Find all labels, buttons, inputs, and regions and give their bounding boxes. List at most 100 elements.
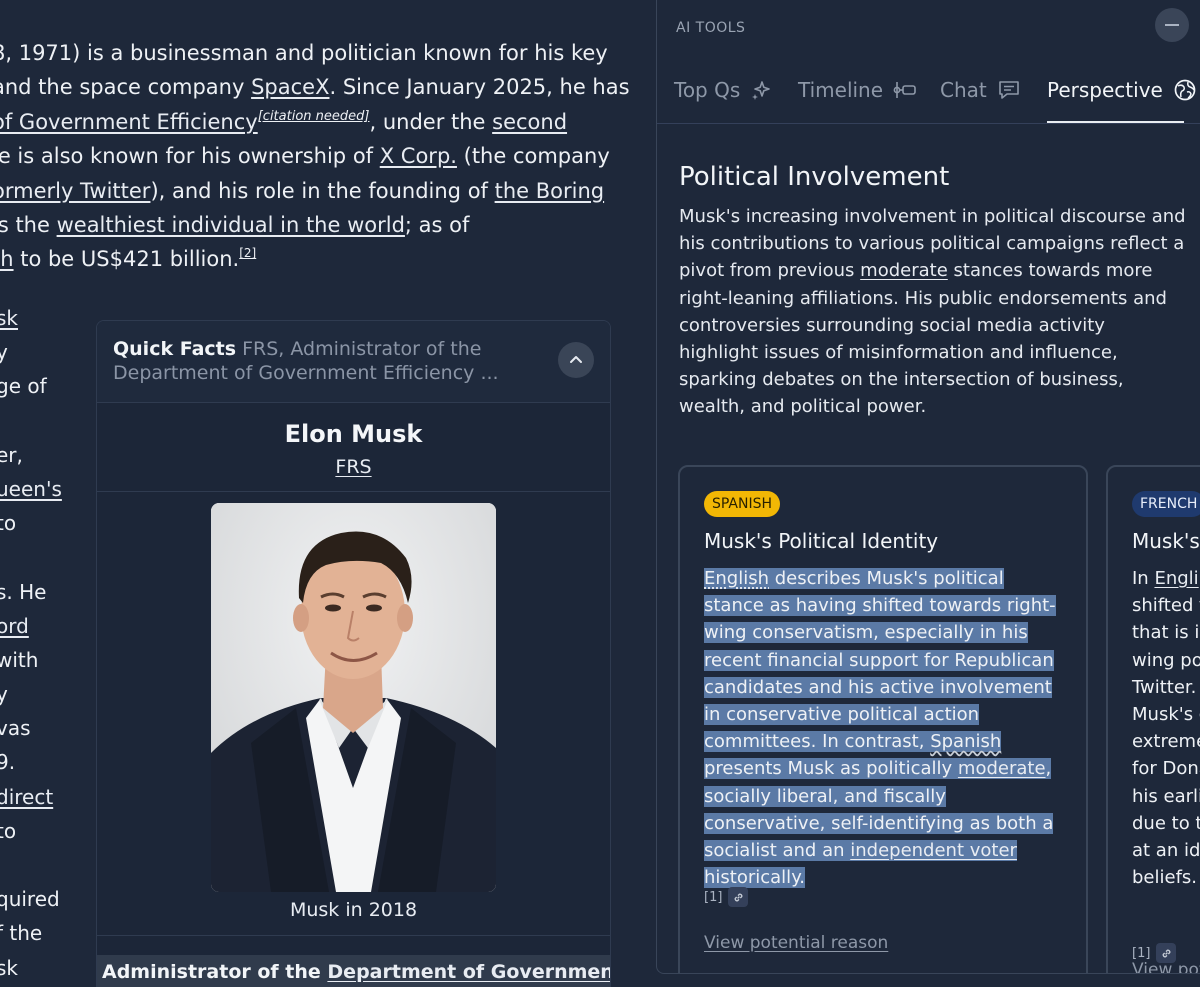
text-fragment — [0, 404, 86, 438]
card-text-line: his earli — [1132, 783, 1200, 810]
text-fragment: 9. — [0, 745, 86, 779]
inline-link[interactable]: the Boring — [495, 179, 605, 203]
text-fragment: ueen's — [0, 472, 86, 506]
inline-link[interactable]: ueen's — [0, 477, 62, 501]
inline-link[interactable]: ormerly Twitter — [0, 179, 150, 203]
chevron-up-icon — [568, 352, 584, 368]
citation-ref[interactable]: [1] — [1132, 946, 1150, 961]
card-text-line: that is ir — [1132, 619, 1200, 646]
view-reason-link[interactable]: View potential reason — [704, 933, 888, 953]
text-fragment — [0, 848, 86, 882]
inline-link[interactable]: ord — [0, 614, 29, 638]
text-run: er, — [0, 443, 23, 467]
infobox-name: Elon Musk — [97, 420, 610, 448]
text-run: extreme — [1132, 731, 1200, 752]
view-reason-link[interactable]: View poti — [1132, 960, 1200, 974]
card-text: English describes Musk's political stanc… — [704, 565, 1069, 891]
minimize-button[interactable] — [1155, 8, 1189, 42]
language-badge: FRENCH — [1132, 491, 1200, 517]
tab-perspective[interactable]: Perspective — [1047, 78, 1197, 102]
tab-chat[interactable]: Chat — [940, 78, 1021, 102]
globe-icon — [1173, 78, 1197, 102]
text-run: f the — [0, 921, 42, 945]
inline-link[interactable]: direct — [0, 785, 53, 809]
ai-tools-panel: AI TOOLS Top Qs Timeline Chat Perspectiv… — [656, 0, 1200, 974]
text-fragment: with — [0, 643, 86, 677]
card-text-line: extreme — [1132, 728, 1200, 755]
photo-caption: Musk in 2018 — [97, 899, 610, 921]
card-text-line: due to t — [1132, 810, 1200, 837]
citation-ref[interactable]: [1] — [704, 890, 722, 905]
inline-link[interactable]: sk — [0, 306, 18, 330]
text-run: y — [0, 682, 8, 706]
text-run: stances towards more right-leaning affil… — [679, 260, 1167, 417]
section-title: Political Involvement — [679, 162, 949, 192]
tab-label: Chat — [940, 78, 987, 102]
language-term[interactable]: English — [704, 568, 769, 589]
text-run: to — [0, 819, 16, 843]
postnominal-link[interactable]: FRS — [335, 456, 371, 478]
tab-label: Perspective — [1047, 78, 1163, 102]
text-run: (the company — [457, 144, 610, 168]
panel-label: AI TOOLS — [676, 20, 745, 36]
text-fragment: er, — [0, 438, 86, 472]
text-run: presents Musk as politically — [704, 758, 958, 779]
quick-facts-box: Quick Facts FRS, Administrator of the De… — [96, 320, 611, 987]
portrait-photo — [211, 503, 496, 892]
card-text-line: for Dona — [1132, 755, 1200, 782]
article-left-column: skyge ofer,ueen's tos. Heord withyvas9.d… — [0, 301, 86, 985]
inline-link[interactable]: of Government Efficiency — [0, 110, 258, 134]
text-fragment: y — [0, 677, 86, 711]
text-fragment: y — [0, 335, 86, 369]
text-run: is the — [0, 213, 57, 237]
source-link-button[interactable] — [728, 887, 748, 907]
office-link[interactable]: Department of Government — [327, 961, 611, 983]
inline-link[interactable]: X Corp. — [380, 144, 457, 168]
language-term[interactable]: Spanish — [930, 731, 1001, 752]
text-fragment: ge of — [0, 369, 86, 403]
citation-row: [1] — [704, 887, 748, 907]
tab-label: Timeline — [798, 78, 883, 102]
text-run: and the space company — [0, 75, 251, 99]
text-fragment: quired — [0, 882, 86, 916]
text-run: describes Musk's political stance as hav… — [704, 568, 1056, 752]
selected-text-highlight[interactable]: English describes Musk's political stanc… — [704, 568, 1056, 888]
portrait-illustration — [211, 503, 496, 892]
text-run: Twitter. — [1132, 677, 1196, 698]
text-run: vas — [0, 716, 31, 740]
perspective-card-spanish: SPANISH Musk's Political Identity Englis… — [678, 465, 1088, 974]
inline-link[interactable]: SpaceX — [251, 75, 329, 99]
card-text-line: at an ide — [1132, 837, 1200, 864]
inline-link[interactable]: independent voter — [850, 840, 1017, 861]
text-fragment: f the — [0, 916, 86, 950]
text-run: to — [0, 511, 16, 535]
reference-link[interactable]: [2] — [239, 246, 256, 260]
inline-link[interactable]: second — [492, 110, 567, 134]
inline-link[interactable]: moderate — [860, 260, 948, 281]
sparkle-icon — [750, 79, 772, 101]
quick-facts-label: Quick Facts — [113, 338, 236, 360]
language-badge: SPANISH — [704, 491, 780, 517]
quick-facts-title: Quick Facts FRS, Administrator of the De… — [113, 337, 533, 385]
quick-facts-header[interactable]: Quick Facts FRS, Administrator of the De… — [97, 321, 610, 403]
collapse-button[interactable] — [558, 342, 594, 378]
text-run: beliefs. — [1132, 867, 1197, 888]
link-icon — [732, 891, 745, 904]
text-run: In — [1132, 568, 1154, 589]
tab-timeline[interactable]: Timeline — [798, 78, 917, 102]
inline-link[interactable]: moderate — [958, 758, 1046, 779]
inline-link[interactable]: th — [0, 247, 14, 271]
inline-link[interactable]: Engli — [1154, 568, 1198, 589]
card-text-line: Twitter. — [1132, 674, 1200, 701]
citation-needed-tag[interactable]: [citation needed] — [258, 109, 370, 124]
text-fragment: to — [0, 814, 86, 848]
text-run: ge of — [0, 374, 47, 398]
text-run: 8, 1971) is a businessman and politician… — [0, 41, 608, 65]
text-run: for Dona — [1132, 758, 1200, 779]
tab-top-qs[interactable]: Top Qs — [674, 78, 772, 102]
text-run: . Since January 2025, he has — [329, 75, 629, 99]
text-run: to be US$421 billion. — [14, 247, 240, 271]
card-text-line: wing po — [1132, 647, 1200, 674]
inline-link[interactable]: wealthiest individual in the world — [57, 213, 405, 237]
text-run: historically. — [704, 867, 805, 888]
